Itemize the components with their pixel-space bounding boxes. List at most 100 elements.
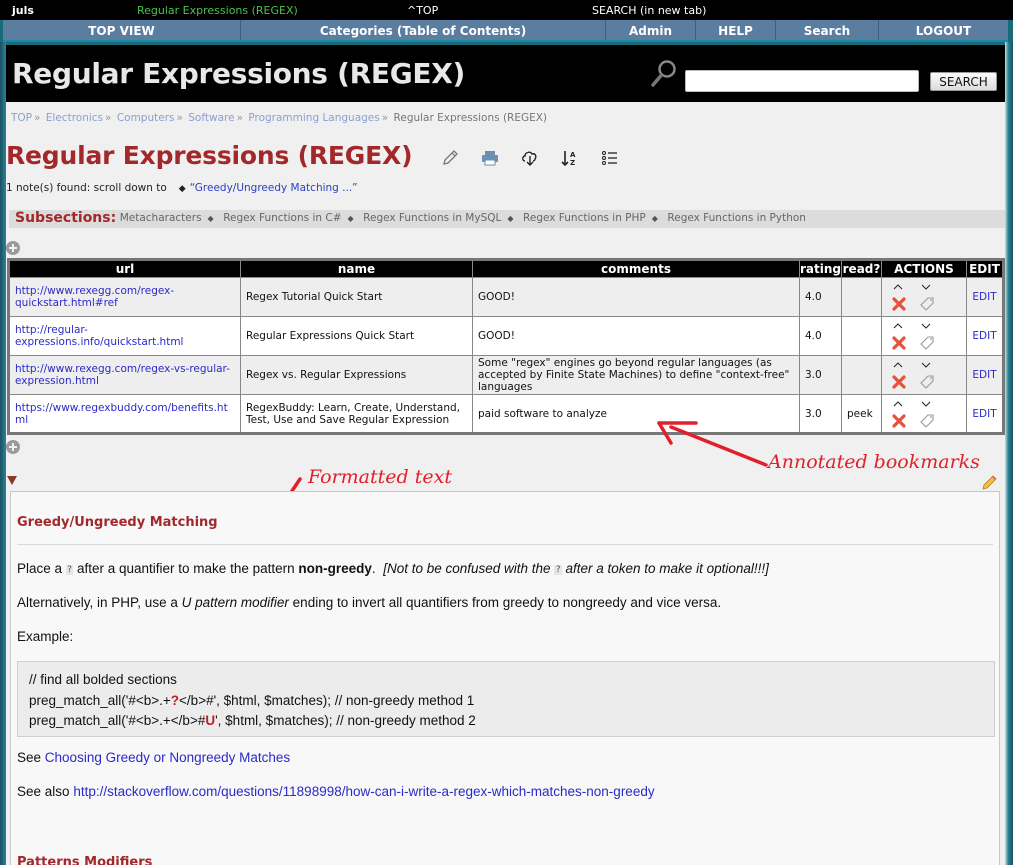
cell-comments: Some "regex" engines go beyond regular l… xyxy=(472,355,800,395)
cell-comments: GOOD! xyxy=(472,277,800,317)
cell-actions xyxy=(881,394,967,434)
subsection-php[interactable]: Regex Functions in PHP xyxy=(523,212,646,224)
edit-link[interactable]: EDIT xyxy=(972,330,996,342)
subsection-csharp[interactable]: Regex Functions in C# xyxy=(223,212,341,224)
inline-code: ? xyxy=(65,565,74,575)
sort-az-icon[interactable]: A Z xyxy=(560,148,580,168)
diamond-icon: ◆ xyxy=(347,214,354,223)
cell-rating: 3.0 xyxy=(799,355,842,395)
cell-actions xyxy=(881,316,967,356)
col-name[interactable]: name xyxy=(240,259,473,278)
subsection-python[interactable]: Regex Functions in Python xyxy=(667,212,806,224)
move-up-icon[interactable] xyxy=(893,360,903,370)
cell-actions xyxy=(881,277,967,317)
col-rating[interactable]: rating xyxy=(799,259,842,278)
notes-found-text: 1 note(s) found: scroll down to xyxy=(6,182,167,194)
nav-search[interactable]: Search xyxy=(776,20,879,40)
print-icon[interactable] xyxy=(480,148,500,168)
annotation-formatted-text: Formatted text xyxy=(308,466,452,488)
page-title: Regular Expressions (REGEX) xyxy=(6,141,413,170)
bookmark-url-link[interactable]: https://www.regexbuddy.com/benefits.html xyxy=(15,402,228,426)
collapse-triangle-icon[interactable] xyxy=(7,476,17,485)
top-link[interactable]: ^TOP xyxy=(407,4,438,17)
nav-logout[interactable]: LOGOUT xyxy=(879,20,1008,40)
cell-read: peek xyxy=(841,394,882,434)
see-link[interactable]: Choosing Greedy or Nongreedy Matches xyxy=(45,750,290,765)
banner-title: Regular Expressions (REGEX) xyxy=(12,57,465,90)
subsection-mysql[interactable]: Regex Functions in MySQL xyxy=(363,212,501,224)
text: Alternatively, in PHP, use a xyxy=(17,595,178,610)
text: See also xyxy=(17,784,70,799)
cloud-download-icon[interactable] xyxy=(520,148,540,168)
move-down-icon[interactable] xyxy=(921,282,931,292)
move-down-icon[interactable] xyxy=(921,399,931,409)
cell-comments: GOOD! xyxy=(472,316,800,356)
bookmark-url-link[interactable]: http://www.rexegg.com/regex-vs-regular-e… xyxy=(15,363,230,387)
table-row: https://www.regexbuddy.com/benefits.html… xyxy=(8,394,1004,434)
diamond-icon: ◆ xyxy=(178,184,186,194)
col-read[interactable]: read? xyxy=(841,259,882,278)
bookmark-url-link[interactable]: http://regular-expressions.info/quicksta… xyxy=(15,324,183,348)
breadcrumb-software[interactable]: Software xyxy=(188,112,234,124)
nav-categories[interactable]: Categories (Table of Contents) xyxy=(241,20,606,40)
cell-name: RegexBuddy: Learn, Create, Understand, T… xyxy=(240,394,473,434)
move-down-icon[interactable] xyxy=(921,360,931,370)
delete-icon[interactable] xyxy=(892,336,906,350)
search-input[interactable] xyxy=(685,70,919,92)
list-icon[interactable] xyxy=(600,148,620,168)
edit-link[interactable]: EDIT xyxy=(972,408,996,420)
note-heading: Greedy/Ungreedy Matching xyxy=(17,515,218,530)
top-bar: juls Regular Expressions (REGEX) ^TOP SE… xyxy=(0,0,1013,20)
note-link[interactable]: “Greedy/Ungreedy Matching ...” xyxy=(190,182,358,194)
tag-icon[interactable] xyxy=(919,335,935,351)
username: juls xyxy=(12,4,34,17)
pencil-icon[interactable] xyxy=(440,148,460,168)
nav-help[interactable]: HELP xyxy=(696,20,776,40)
tag-icon[interactable] xyxy=(919,296,935,312)
tag-icon[interactable] xyxy=(919,374,935,390)
breadcrumb-computers[interactable]: Computers xyxy=(117,112,175,124)
subsection-metacharacters[interactable]: Metacharacters xyxy=(120,212,202,224)
table-row: http://www.rexegg.com/regex-vs-regular-e… xyxy=(8,355,1004,395)
move-down-icon[interactable] xyxy=(921,321,931,331)
breadcrumb-electronics[interactable]: Electronics xyxy=(46,112,103,124)
annotation-bookmarks: Annotated bookmarks xyxy=(768,451,980,473)
bookmark-url-link[interactable]: http://www.rexegg.com/regex-quickstart.h… xyxy=(15,285,174,309)
delete-icon[interactable] xyxy=(892,413,906,428)
italic-text: after a token to make it optional!!!] xyxy=(565,561,769,576)
move-up-icon[interactable] xyxy=(893,282,903,292)
cell-rating: 3.0 xyxy=(799,394,842,434)
breadcrumb-top[interactable]: TOP xyxy=(11,112,32,124)
note-paragraph: See also http://stackoverflow.com/questi… xyxy=(17,784,655,799)
col-comments[interactable]: comments xyxy=(472,259,800,278)
tag-icon[interactable] xyxy=(919,413,935,429)
divider xyxy=(17,544,993,545)
edit-link[interactable]: EDIT xyxy=(972,291,996,303)
code-block: // find all bolded sections preg_match_a… xyxy=(17,661,995,737)
note-paragraph: Alternatively, in PHP, use a U pattern m… xyxy=(17,595,721,610)
nav-admin[interactable]: Admin xyxy=(606,20,696,40)
col-url[interactable]: url xyxy=(8,259,241,278)
search-button[interactable]: SEARCH xyxy=(930,72,997,91)
delete-icon[interactable] xyxy=(892,375,906,389)
breadcrumb-separator: » xyxy=(176,112,183,124)
move-up-icon[interactable] xyxy=(893,321,903,331)
code-line: preg_match_all('#<b>.+</b>#U', $html, $m… xyxy=(29,711,994,732)
breadcrumb-programming-languages[interactable]: Programming Languages xyxy=(248,112,379,124)
code-text: preg_match_all('#<b>.+</b># xyxy=(29,713,206,728)
stackoverflow-link[interactable]: http://stackoverflow.com/questions/11898… xyxy=(73,784,654,799)
breadcrumb-separator: » xyxy=(236,112,243,124)
nav-top-view[interactable]: TOP VIEW xyxy=(3,20,241,40)
edit-link[interactable]: EDIT xyxy=(972,369,996,381)
add-bookmark-icon[interactable] xyxy=(6,440,20,454)
delete-icon[interactable] xyxy=(892,297,906,311)
col-edit: EDIT xyxy=(966,259,1004,278)
edit-note-pencil-icon[interactable] xyxy=(981,475,997,491)
cell-read xyxy=(841,355,882,395)
move-up-icon[interactable] xyxy=(893,399,903,409)
search-new-tab-link[interactable]: SEARCH (in new tab) xyxy=(592,4,706,17)
breadcrumb-separator: » xyxy=(105,112,112,124)
topbar-page-title-link[interactable]: Regular Expressions (REGEX) xyxy=(137,4,298,17)
page-content: Regular Expressions (REGEX) SEARCH TOP» … xyxy=(6,45,1005,865)
add-bookmark-icon[interactable] xyxy=(6,241,20,255)
